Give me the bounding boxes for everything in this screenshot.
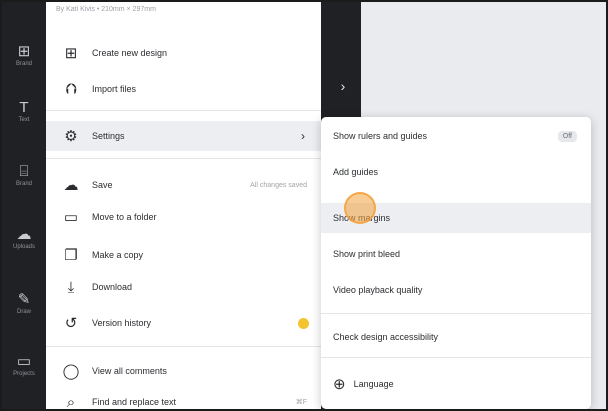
settings-label: Settings [92, 131, 125, 141]
rail-item-draw[interactable]: ✎ Draw [2, 292, 46, 316]
copy-icon: ❐ [64, 247, 78, 264]
brand-icon: ⌸ [19, 163, 29, 180]
rail-item-brand[interactable]: ⊞ Brand [2, 44, 46, 68]
show-rulers-label: Show rulers and guides [333, 131, 428, 141]
cursor-highlight [344, 192, 376, 224]
chevron-right-icon: › [301, 129, 305, 143]
menu-divider [46, 346, 321, 347]
language-item[interactable]: ⊕ Language [321, 369, 591, 399]
search-icon: ⌕ [66, 393, 76, 411]
add-guides-label: Add guides [333, 167, 379, 177]
find-replace-item[interactable]: ⌕ Find and replace text ⌘F [46, 387, 321, 411]
make-copy-item[interactable]: ❐ Make a copy [46, 240, 321, 270]
rail-item-brand-kit[interactable]: ⌸ Brand [2, 164, 46, 188]
chevron-right-icon[interactable]: › [332, 74, 354, 98]
video-playback-item[interactable]: Video playback quality [321, 275, 591, 305]
app-window: ⊞ Brand T Text ⌸ Brand ☁ Uploads ✎ Draw … [0, 0, 608, 411]
grid-icon: ⊞ [17, 43, 31, 60]
draw-icon: ✎ [17, 291, 31, 308]
gear-icon: ⚙ [64, 128, 78, 145]
rail-item-text[interactable]: T Text [2, 100, 46, 124]
show-rulers-item[interactable]: Show rulers and guides Off [321, 121, 591, 151]
view-all-comments-item[interactable]: ◯ View all comments [46, 356, 321, 386]
premium-badge-icon [298, 318, 309, 329]
check-accessibility-label: Check design accessibility [333, 332, 439, 342]
rail-caption: Projects [13, 371, 35, 377]
show-print-bleed-item[interactable]: Show print bleed [321, 239, 591, 269]
rail-caption: Brand [15, 61, 32, 67]
import-files-label: Import files [92, 84, 137, 94]
settings-submenu: Show rulers and guides Off Add guides Sh… [321, 117, 591, 409]
download-label: Download [92, 282, 133, 292]
rail-caption: Text [18, 117, 30, 123]
show-print-bleed-label: Show print bleed [333, 249, 401, 259]
check-accessibility-item[interactable]: Check design accessibility [321, 322, 591, 352]
download-item[interactable]: ⤓ Download [46, 272, 321, 302]
save-item[interactable]: ☁ Save All changes saved [46, 170, 321, 200]
cloud-check-icon: ☁ [63, 177, 79, 194]
find-replace-label: Find and replace text [92, 397, 177, 407]
save-status: All changes saved [250, 181, 307, 189]
create-new-design-item[interactable]: ⊞ Create new design [46, 38, 321, 68]
import-files-item[interactable]: ⮉ Import files [46, 74, 321, 104]
menu-divider [46, 158, 321, 159]
comment-icon: ◯ [62, 363, 80, 380]
language-label: Language [353, 379, 394, 389]
text-icon: T [19, 99, 29, 116]
rail-caption: Brand [15, 181, 32, 187]
submenu-divider [321, 313, 591, 314]
folder-icon: ▭ [16, 353, 32, 370]
design-byline: By Kati Kivis • 210mm × 297mm [56, 6, 156, 13]
show-margins-item[interactable]: Show margins [321, 192, 591, 233]
move-to-folder-label: Move to a folder [92, 212, 157, 222]
rail-caption: Uploads [12, 244, 35, 250]
version-history-item[interactable]: ↺ Version history [46, 308, 321, 338]
download-icon: ⤓ [67, 278, 75, 296]
rail-caption: Draw [16, 309, 31, 315]
version-history-label: Version history [92, 318, 152, 328]
upload-cloud-icon: ☁ [16, 226, 32, 243]
submenu-divider [321, 357, 591, 358]
video-playback-label: Video playback quality [333, 285, 423, 295]
file-menu: By Kati Kivis • 210mm × 297mm ⊞ Create n… [46, 2, 321, 411]
move-to-folder-item[interactable]: ▭ Move to a folder [46, 202, 321, 232]
left-sidebar-rail: ⊞ Brand T Text ⌸ Brand ☁ Uploads ✎ Draw … [2, 2, 46, 409]
create-new-design-label: Create new design [92, 48, 168, 58]
history-icon: ↺ [64, 315, 78, 332]
settings-item[interactable]: ⚙ Settings › [46, 121, 321, 151]
menu-divider [46, 110, 321, 111]
add-guides-item[interactable]: Add guides [321, 157, 591, 187]
save-label: Save [92, 180, 113, 190]
plus-icon: ⊞ [64, 45, 78, 62]
rulers-toggle[interactable]: Off [557, 130, 577, 142]
folder-icon: ▭ [63, 209, 79, 226]
rail-item-uploads[interactable]: ☁ Uploads [2, 227, 46, 251]
import-icon: ⮉ [65, 80, 77, 98]
rail-item-projects[interactable]: ▭ Projects [2, 354, 46, 378]
make-copy-label: Make a copy [92, 250, 144, 260]
view-all-comments-label: View all comments [92, 366, 167, 376]
globe-icon: ⊕ [333, 376, 346, 393]
find-shortcut: ⌘F [295, 399, 307, 406]
